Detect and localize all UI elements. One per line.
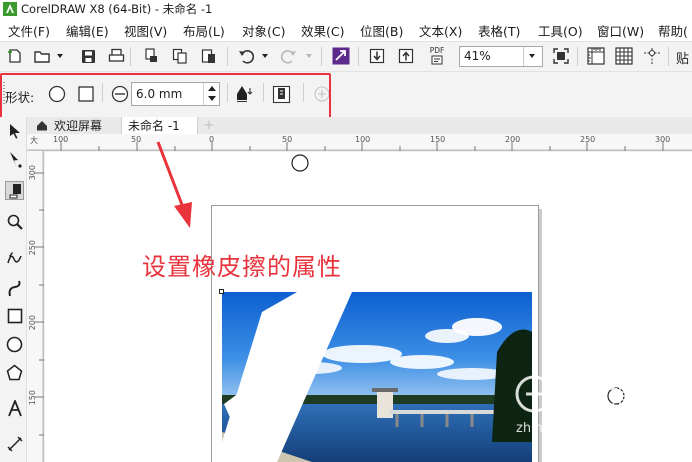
ruler-tick-label: 200 xyxy=(505,135,521,144)
menu-bar: 文件(F) 编辑(E) 视图(V) 布局(L) 对象(C) 效果(C) 位图(B… xyxy=(0,18,692,41)
ruler-tick-label: 250 xyxy=(580,135,596,144)
parallel-dimension-tool-icon[interactable] xyxy=(5,434,24,453)
text-tool-icon[interactable] xyxy=(5,399,24,418)
watermark-text: 搜狗指南 xyxy=(558,381,659,410)
zoom-dropdown-button[interactable] xyxy=(523,47,542,66)
menu-help[interactable]: 帮助( xyxy=(658,21,688,40)
menu-window[interactable]: 窗口(W) xyxy=(597,21,644,40)
search-content-icon[interactable] xyxy=(331,46,351,66)
ellipse-tool-icon[interactable] xyxy=(5,335,24,354)
menu-table[interactable]: 表格(T) xyxy=(478,21,520,40)
property-highlight-box xyxy=(0,73,331,121)
full-screen-icon[interactable] xyxy=(551,46,571,66)
menu-layout[interactable]: 布局(L) xyxy=(183,21,225,40)
eraser-cursor-icon xyxy=(291,154,309,172)
menu-edit[interactable]: 编辑(E) xyxy=(66,21,109,40)
publish-pdf-icon[interactable]: PDF xyxy=(425,44,449,68)
menu-effects[interactable]: 效果(C) xyxy=(301,21,344,40)
polygon-tool-icon[interactable] xyxy=(5,363,24,382)
paste-special-button[interactable]: 贴 xyxy=(676,48,689,67)
freehand-tool-icon[interactable] xyxy=(5,248,24,267)
open-dropdown-icon[interactable] xyxy=(57,54,63,58)
sogou-watermark: 搜狗指南 zhinan.sogou.com xyxy=(514,371,684,441)
eraser-tool-icon[interactable] xyxy=(5,181,24,200)
ruler-tick-label: 200 xyxy=(28,315,37,331)
tab-untitled-1[interactable]: 未命名 -1 xyxy=(121,117,198,134)
selection-handle[interactable] xyxy=(219,289,225,295)
ruler-tick-label: 300 xyxy=(655,135,671,144)
annotation-arrow-icon xyxy=(156,141,192,228)
ruler-tick-label: 100 xyxy=(355,135,371,144)
menu-tools[interactable]: 工具(O) xyxy=(538,21,583,40)
horizontal-ruler: 大 100 50 0 50 100 150 200 250 300 xyxy=(27,134,692,151)
toolbar-divider xyxy=(321,47,322,66)
zoom-tool-icon[interactable] xyxy=(5,212,24,231)
menu-view[interactable]: 视图(V) xyxy=(124,21,167,40)
redo-icon[interactable] xyxy=(279,46,299,66)
print-icon[interactable] xyxy=(106,46,126,66)
copy-icon[interactable] xyxy=(170,46,190,66)
window-title: CorelDRAW X8 (64-Bit) - 未命名 -1 xyxy=(21,2,213,16)
export-icon[interactable] xyxy=(396,46,416,66)
toolbar-divider xyxy=(577,47,578,66)
landscape-photo[interactable] xyxy=(222,292,532,462)
toolbar-divider xyxy=(668,47,669,66)
ruler-tick-label: 150 xyxy=(430,135,446,144)
ruler-tick-label: 50 xyxy=(282,135,293,144)
import-icon[interactable] xyxy=(367,46,387,66)
grid-icon[interactable] xyxy=(614,46,634,66)
ruler-tick-label: 150 xyxy=(28,390,37,406)
menu-object[interactable]: 对象(C) xyxy=(242,21,285,40)
chevron-down-icon xyxy=(529,54,535,58)
pdf-label: PDF xyxy=(429,46,445,55)
toolbar-divider xyxy=(130,47,131,66)
undo-icon[interactable] xyxy=(236,46,256,66)
tab-welcome-label: 欢迎屏幕 xyxy=(54,119,103,133)
tab-welcome-screen[interactable]: 欢迎屏幕 xyxy=(31,117,119,134)
photo-content xyxy=(222,292,532,462)
open-folder-icon[interactable] xyxy=(32,46,52,66)
ruler-tick-label: 300 xyxy=(28,165,37,181)
zoom-level-value: 41% xyxy=(464,49,491,63)
ruler-ticks xyxy=(35,151,44,462)
vertical-ruler: 300 250 200 150 xyxy=(27,151,44,462)
watermark-url: zhinan.sogou.com xyxy=(516,421,635,436)
guidelines-icon[interactable] xyxy=(642,46,662,66)
artistic-media-tool-icon[interactable] xyxy=(5,278,24,297)
toolbar-divider xyxy=(358,47,359,66)
coreldraw-logo-icon xyxy=(3,2,17,16)
cut-icon[interactable] xyxy=(141,46,161,66)
undo-dropdown-icon[interactable] xyxy=(262,54,268,58)
tab-untitled-label: 未命名 -1 xyxy=(128,119,180,133)
ruler-tick-label: 100 xyxy=(53,135,69,144)
add-tab-button[interactable]: + xyxy=(200,117,218,134)
rectangle-tool-icon[interactable] xyxy=(5,306,24,325)
ruler-tick-label: 0 xyxy=(209,135,215,144)
save-icon[interactable] xyxy=(78,46,98,66)
title-bar: CorelDRAW X8 (64-Bit) - 未命名 -1 xyxy=(0,0,692,18)
ruler-tick-label: 50 xyxy=(131,135,142,144)
ruler-tick-label: 250 xyxy=(28,240,37,256)
toolbar-divider xyxy=(227,47,228,66)
sogou-logo-icon xyxy=(515,375,553,413)
rulers-icon[interactable] xyxy=(586,46,606,66)
menu-bitmaps[interactable]: 位图(B) xyxy=(360,21,403,40)
ruler-corner-label: 大 xyxy=(30,136,38,145)
menu-file[interactable]: 文件(F) xyxy=(8,21,50,40)
home-icon xyxy=(37,121,47,131)
coreldraw-window: CorelDRAW X8 (64-Bit) - 未命名 -1 文件(F) 编辑(… xyxy=(0,0,692,462)
new-document-icon[interactable] xyxy=(5,46,25,66)
paste-icon[interactable] xyxy=(199,46,219,66)
pick-tool-icon[interactable] xyxy=(5,121,24,140)
shape-tool-icon[interactable] xyxy=(5,150,24,169)
annotation-text: 设置橡皮擦的属性 xyxy=(142,253,342,281)
redo-dropdown-icon[interactable] xyxy=(306,54,312,58)
menu-text[interactable]: 文本(X) xyxy=(419,21,462,40)
